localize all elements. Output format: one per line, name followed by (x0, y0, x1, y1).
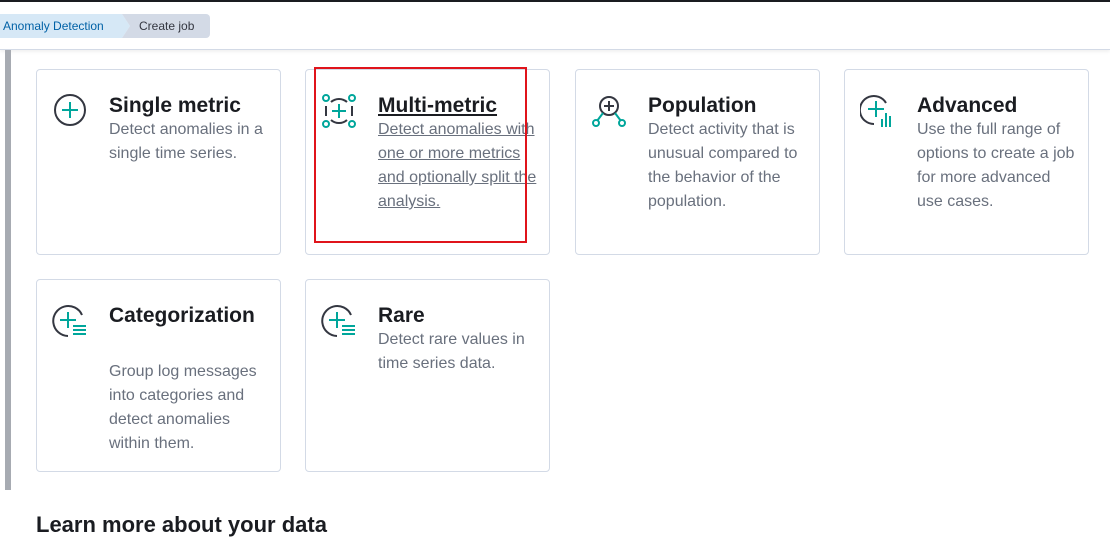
single-metric-description: Detect anomalies in a single time series… (109, 121, 263, 162)
categorization-description: Group log messages into categories and d… (109, 363, 257, 452)
multi-metric-description: Detect anomalies with one or more metric… (378, 121, 537, 210)
rare-card[interactable]: Rare Detect rare values in time series d… (305, 279, 550, 472)
learn-more-heading: Learn more about your data (36, 512, 327, 537)
breadcrumb-create-job: Create job (122, 14, 210, 38)
rare-description: Detect rare values in time series data. (378, 331, 525, 372)
population-card[interactable]: Population Detect activity that is unusu… (575, 69, 820, 255)
population-icon (591, 93, 627, 129)
multi-metric-card[interactable]: Multi-metric Detect anomalies with one o… (305, 69, 550, 255)
advanced-icon (858, 93, 896, 129)
categorization-icon (52, 303, 88, 339)
breadcrumb-anomaly-detection[interactable]: Anomaly Detection (0, 14, 130, 38)
categorization-card[interactable]: Categorization Group log messages into c… (36, 279, 281, 472)
categorization-title: Categorization (109, 304, 255, 327)
population-description: Detect activity that is unusual compared… (648, 121, 798, 210)
header-bar: Anomaly Detection Create job (0, 2, 1110, 50)
left-scroll-bar (5, 50, 11, 490)
advanced-description: Use the full range of options to create … (917, 121, 1075, 210)
single-metric-icon (52, 93, 88, 129)
advanced-card[interactable]: Advanced Use the full range of options t… (844, 69, 1089, 255)
rare-icon (321, 303, 357, 339)
single-metric-card[interactable]: Single metric Detect anomalies in a sing… (36, 69, 281, 255)
multi-metric-icon (321, 93, 357, 129)
